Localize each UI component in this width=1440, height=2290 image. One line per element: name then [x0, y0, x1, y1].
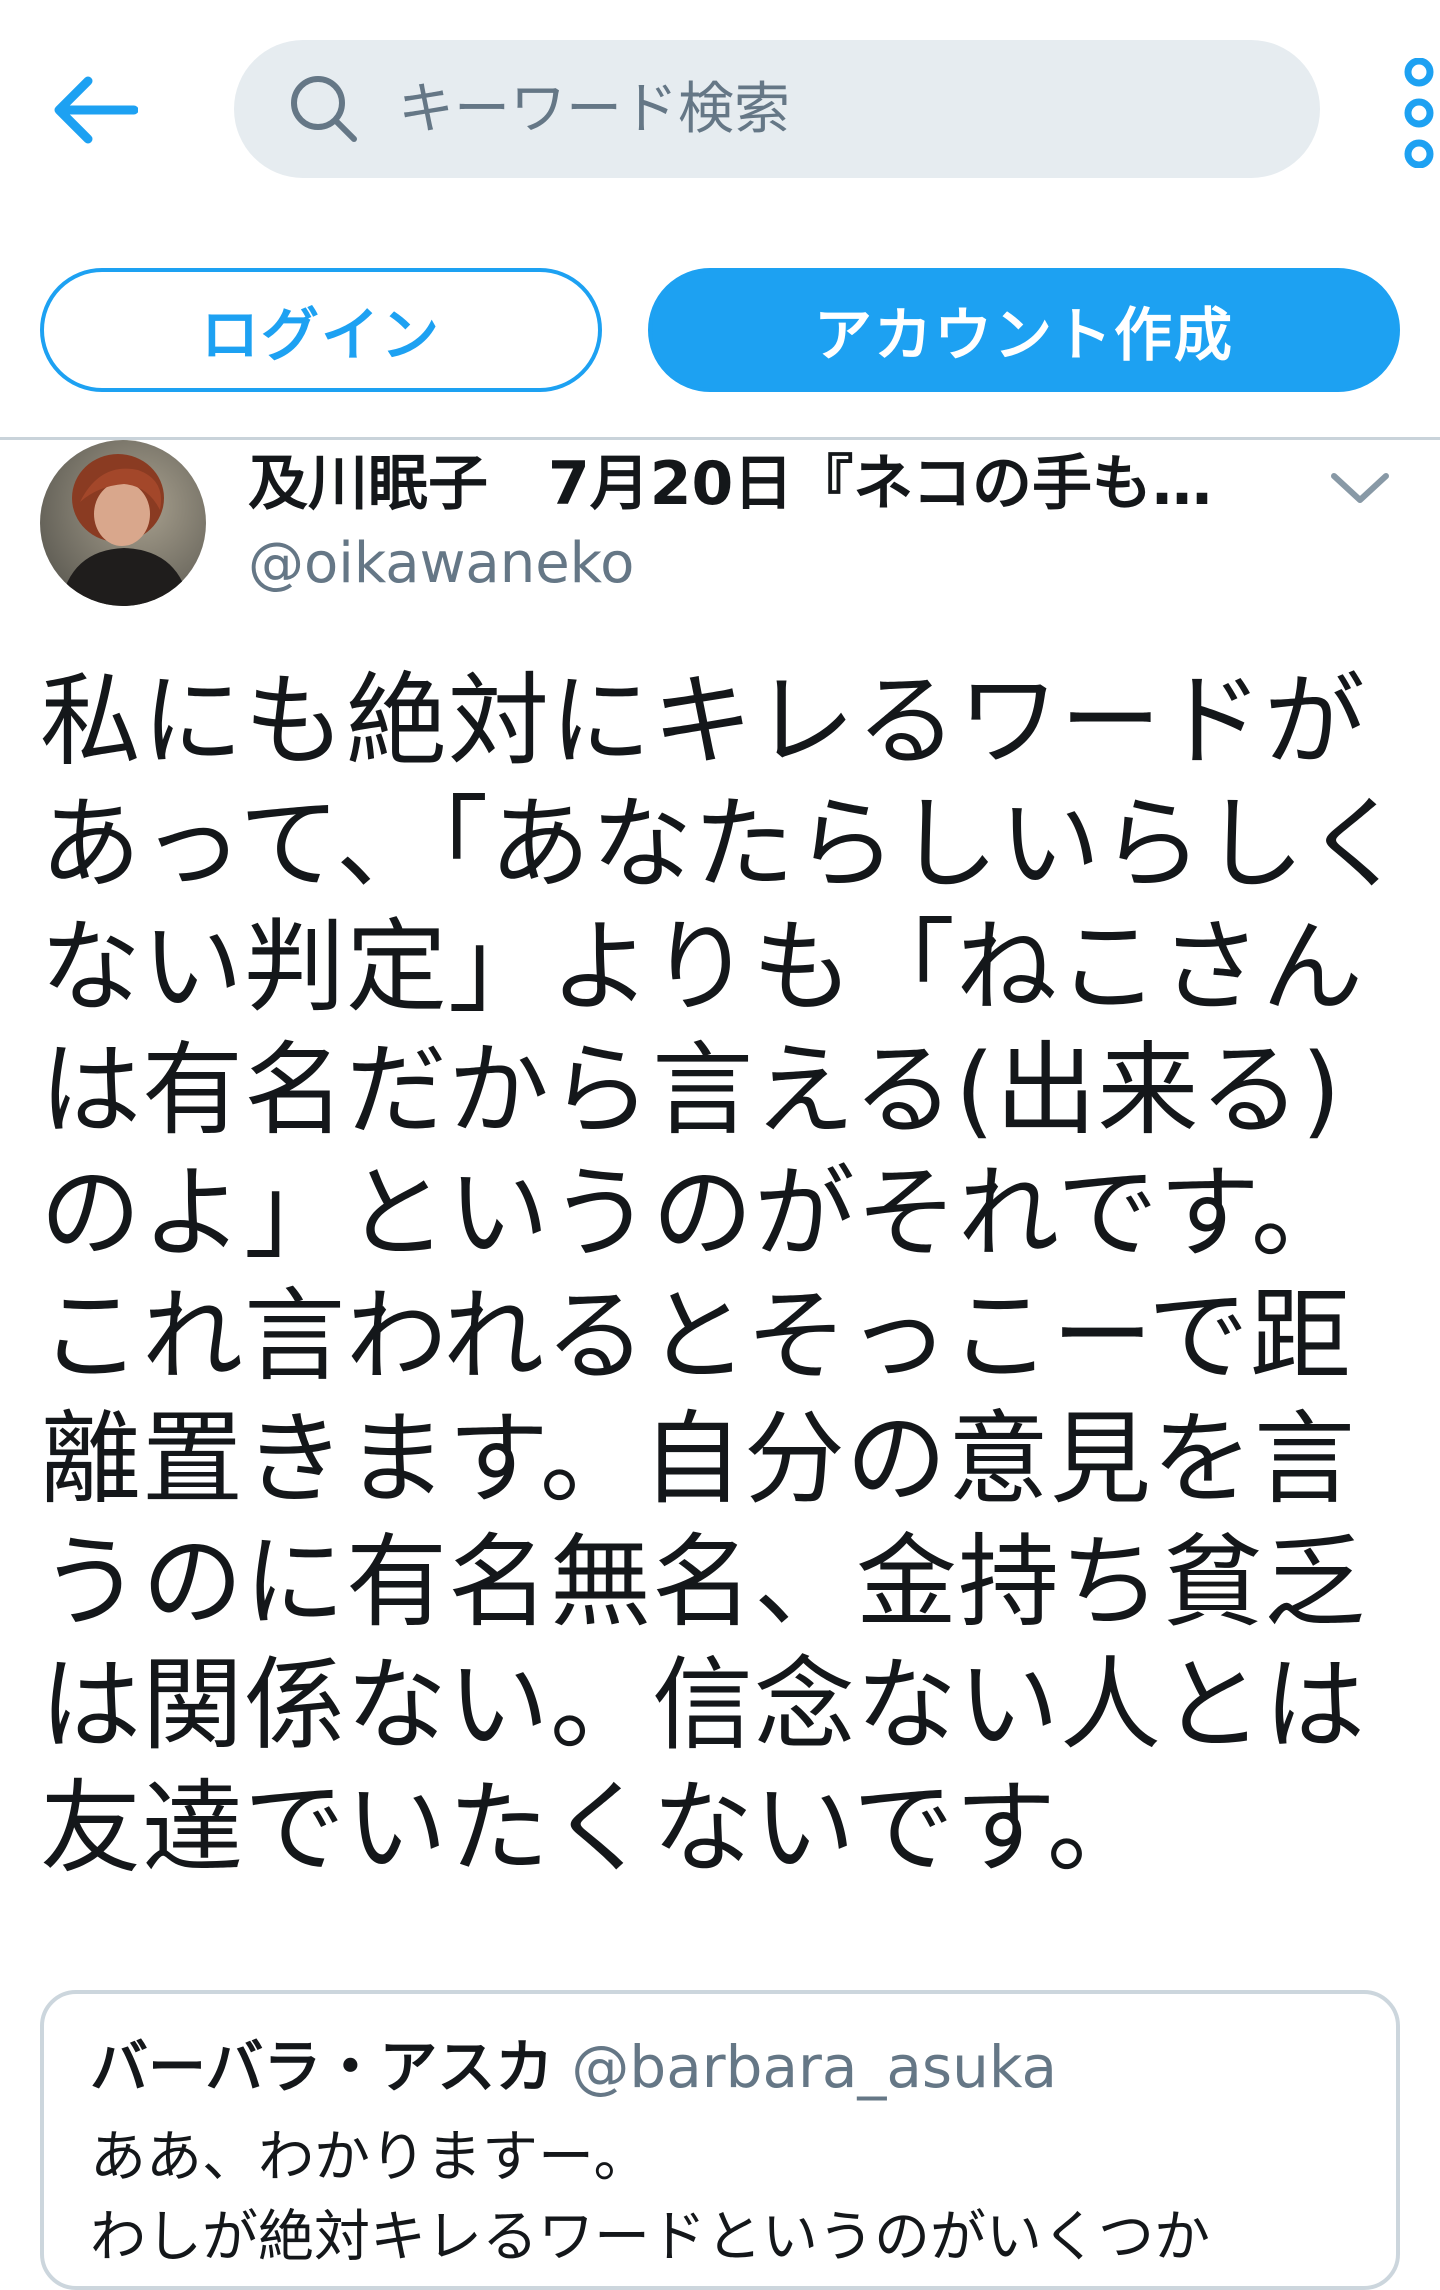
- top-bar: [0, 0, 1440, 220]
- avatar[interactable]: [40, 440, 206, 606]
- login-button[interactable]: ログイン: [40, 268, 602, 392]
- search-input[interactable]: [396, 58, 1280, 160]
- display-name[interactable]: 及川眠子 7月20日『ネコの手も…: [248, 444, 1258, 524]
- quoted-tweet[interactable]: バーバラ・アスカ @barbara_asuka ああ、わかりますー。 わしが絶対キ…: [40, 1990, 1400, 2290]
- quoted-username: @barbara_asuka: [571, 2033, 1058, 2101]
- arrow-left-icon: [54, 76, 138, 144]
- more-options-button[interactable]: [1398, 57, 1440, 169]
- search-box[interactable]: [234, 40, 1320, 178]
- signup-button[interactable]: アカウント作成: [648, 268, 1400, 392]
- quoted-tweet-header: バーバラ・アスカ @barbara_asuka: [90, 2028, 1057, 2106]
- tweet-menu-button[interactable]: [1324, 458, 1396, 518]
- tweet-header: 及川眠子 7月20日『ネコの手も… @oikawaneko: [0, 440, 1440, 610]
- username[interactable]: @oikawaneko: [248, 526, 634, 602]
- auth-buttons: ログイン アカウント作成: [0, 268, 1440, 392]
- avatar-image: [40, 440, 206, 606]
- search-icon: [291, 76, 357, 142]
- more-vertical-icon: [1404, 57, 1434, 169]
- quoted-display-name: バーバラ・アスカ: [90, 2033, 554, 2101]
- tweet-text: 私にも絶対にキレるワードがあって、「あなたらしいらしくない判定」よりも「ねこさん…: [40, 662, 1408, 1887]
- back-button[interactable]: [40, 60, 150, 160]
- chevron-down-icon: [1331, 473, 1389, 503]
- quoted-tweet-text: ああ、わかりますー。 わしが絶対キレるワードというのがいくつか: [90, 2125, 1210, 2270]
